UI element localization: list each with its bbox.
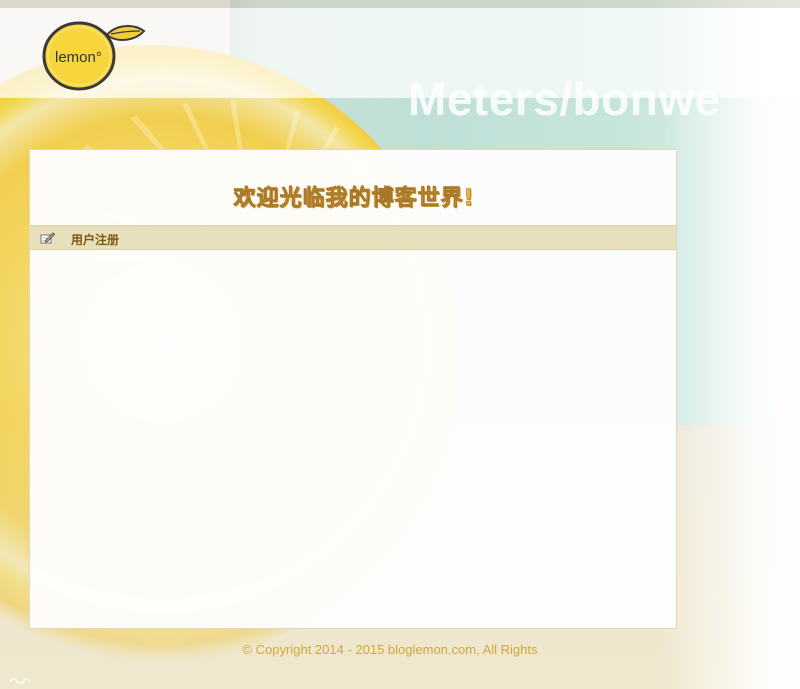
lemon-logo-icon: lemon° xyxy=(42,21,146,91)
welcome-title: 欢迎光临我的博客世界! xyxy=(233,186,475,212)
pencil-icon xyxy=(40,232,55,244)
header-top-line xyxy=(0,0,800,8)
section-header-register: 用户注册 xyxy=(30,225,676,250)
logo-text: lemon° xyxy=(55,49,102,66)
main-panel: 欢迎光临我的博客世界! 用户注册 xyxy=(29,149,677,629)
decorative-corner-icon xyxy=(9,678,31,684)
background-window-light xyxy=(660,0,800,689)
footer-copyright: © Copyright 2014 - 2015 bloglemon.com, A… xyxy=(242,642,538,657)
section-title: 用户注册 xyxy=(71,233,120,247)
site-logo[interactable]: lemon° xyxy=(41,21,147,91)
